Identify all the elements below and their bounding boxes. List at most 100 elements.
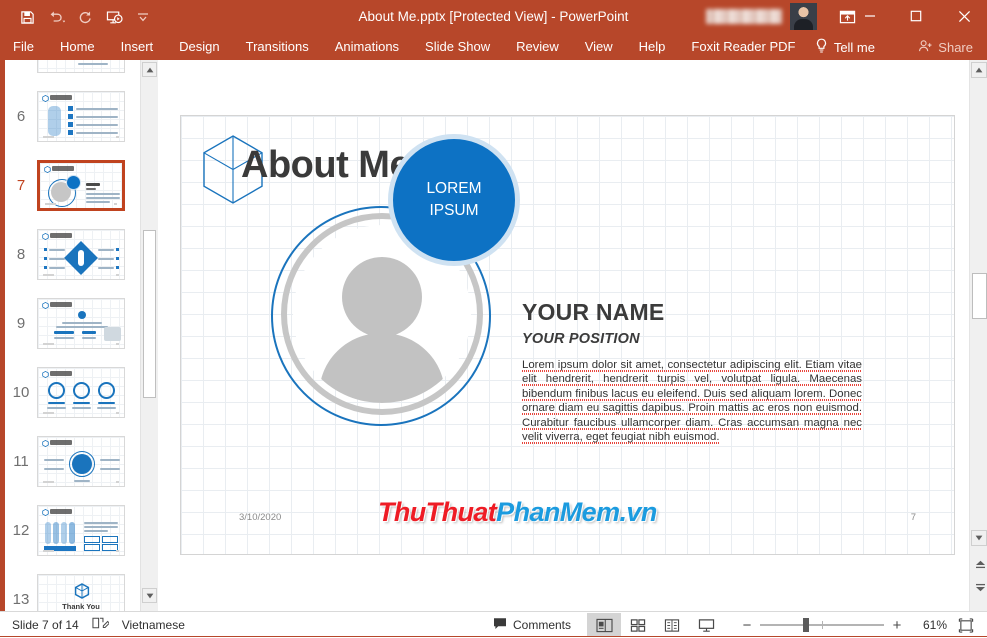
scrollbar-thumb[interactable] xyxy=(143,230,156,398)
list-item[interactable]: 9 xyxy=(5,289,140,358)
save-button[interactable] xyxy=(14,4,40,30)
tab-slide-show[interactable]: Slide Show xyxy=(412,34,503,60)
tab-foxit-reader-pdf[interactable]: Foxit Reader PDF xyxy=(678,34,808,60)
page-title[interactable]: About Me xyxy=(241,144,410,187)
redo-button[interactable] xyxy=(72,4,98,30)
list-item[interactable] xyxy=(5,60,140,82)
tab-insert[interactable]: Insert xyxy=(108,34,167,60)
list-item-selected[interactable]: 7 xyxy=(5,151,140,220)
close-button[interactable] xyxy=(941,0,987,32)
scrollbar-thumb[interactable] xyxy=(972,273,987,319)
tab-file[interactable]: File xyxy=(0,34,47,60)
list-item[interactable]: 10 xyxy=(5,358,140,427)
cube-logo-icon xyxy=(42,95,49,102)
account-name-blurred xyxy=(706,9,782,24)
slide-counter[interactable]: Slide 7 of 14 xyxy=(12,618,79,632)
slide-thumbnail-10[interactable] xyxy=(37,367,125,418)
slide-thumbnail-12[interactable] xyxy=(37,505,125,556)
previous-slide-button[interactable] xyxy=(973,557,987,571)
next-slide-button[interactable] xyxy=(973,580,987,594)
slide-sorter-button[interactable] xyxy=(621,613,655,637)
slideshow-button[interactable] xyxy=(689,613,723,637)
status-bar: Slide 7 of 14 Vietnamese Comments xyxy=(0,611,987,638)
thumbnail-thank-you-text: Thank You xyxy=(38,602,124,611)
tab-view[interactable]: View xyxy=(572,34,626,60)
slide-thumbnail-8[interactable] xyxy=(37,229,125,280)
thumbnail-number: 7 xyxy=(5,177,37,194)
slide-thumbnail-7[interactable] xyxy=(37,160,125,211)
comments-button[interactable]: Comments xyxy=(493,617,571,633)
maximize-button[interactable] xyxy=(893,0,939,32)
profile-description: Lorem ipsum dolor sit amet, consectetur … xyxy=(522,358,862,445)
scroll-down-button[interactable] xyxy=(142,588,157,603)
current-slide[interactable]: About Me LOREM IPSUM xyxy=(180,115,955,555)
thumbnail-scrollbar[interactable] xyxy=(140,60,158,611)
account-area[interactable] xyxy=(706,3,817,30)
scroll-up-button[interactable] xyxy=(971,62,987,78)
zoom-slider[interactable] xyxy=(760,618,884,632)
start-presentation-button[interactable] xyxy=(101,4,127,30)
language-indicator[interactable]: Vietnamese xyxy=(122,618,185,632)
zoom-level[interactable]: 61% xyxy=(913,618,947,632)
slide-thumbnail[interactable] xyxy=(37,60,125,73)
ribbon-tabs: File Home Insert Design Transitions Anim… xyxy=(0,34,808,60)
tab-home[interactable]: Home xyxy=(47,34,108,60)
list-item[interactable]: 8 xyxy=(5,220,140,289)
slide-date: 3/10/2020 xyxy=(239,512,281,523)
slide-thumbnail-pane[interactable]: 6 xyxy=(5,60,140,611)
tell-me-box[interactable]: Tell me xyxy=(815,34,875,60)
badge-line-2: IPSUM xyxy=(429,200,478,222)
tab-help[interactable]: Help xyxy=(626,34,679,60)
cube-logo-icon xyxy=(74,583,90,604)
workspace: 6 xyxy=(0,60,987,611)
normal-view-button[interactable] xyxy=(587,613,621,637)
thumbnail-number: 10 xyxy=(5,384,37,401)
language-proofing-icon[interactable] xyxy=(92,616,109,635)
scroll-up-button[interactable] xyxy=(142,62,157,77)
thumbnail-number: 13 xyxy=(5,591,37,608)
thumbnail-number: 6 xyxy=(5,108,37,125)
canvas-scrollbar[interactable] xyxy=(969,60,987,611)
slide-canvas[interactable]: About Me LOREM IPSUM xyxy=(158,60,969,611)
ribbon-tab-bar: File Home Insert Design Transitions Anim… xyxy=(0,34,987,60)
badge-line-1: LOREM xyxy=(426,178,481,200)
zoom-out-button[interactable]: − xyxy=(741,617,753,634)
tab-review[interactable]: Review xyxy=(503,34,572,60)
slide-thumbnail-6[interactable] xyxy=(37,91,125,142)
comments-label: Comments xyxy=(513,618,571,632)
tab-animations[interactable]: Animations xyxy=(322,34,412,60)
comment-icon xyxy=(493,617,507,633)
cube-logo-icon xyxy=(42,371,49,378)
undo-button[interactable] xyxy=(43,4,69,30)
zoom-in-button[interactable]: + xyxy=(891,617,903,634)
zoom-control[interactable]: − + xyxy=(741,617,903,634)
zoom-slider-handle[interactable] xyxy=(803,618,809,632)
cube-logo-icon xyxy=(42,302,49,309)
slide-page-number: 7 xyxy=(911,512,916,523)
account-avatar[interactable] xyxy=(790,3,817,30)
thumbnail-number: 12 xyxy=(5,522,37,539)
reading-view-button[interactable] xyxy=(655,613,689,637)
scroll-down-button[interactable] xyxy=(971,530,987,546)
profile-description-text: Lorem ipsum dolor sit amet, consectetur … xyxy=(522,359,862,444)
watermark: ThuThuatPhanMem.vn xyxy=(378,497,657,528)
slide-thumbnail-11[interactable] xyxy=(37,436,125,487)
lorem-ipsum-badge[interactable]: LOREM IPSUM xyxy=(388,134,520,266)
customize-qat-button[interactable] xyxy=(130,4,156,30)
slide-thumbnail-9[interactable] xyxy=(37,298,125,349)
list-item[interactable]: 11 xyxy=(5,427,140,496)
list-item[interactable]: 12 xyxy=(5,496,140,565)
bio-text-box[interactable]: YOUR NAME YOUR POSITION Lorem ipsum dolo… xyxy=(522,299,862,445)
share-label: Share xyxy=(938,40,973,55)
tab-transitions[interactable]: Transitions xyxy=(233,34,322,60)
fit-to-window-button[interactable] xyxy=(953,613,979,637)
minimize-button[interactable] xyxy=(847,0,893,32)
slide-thumbnail-13[interactable]: Thank You xyxy=(37,574,125,611)
cube-logo-icon xyxy=(42,509,49,516)
tab-design[interactable]: Design xyxy=(166,34,232,60)
thumbnail-number: 8 xyxy=(5,246,37,263)
thumbnail-number: 9 xyxy=(5,315,37,332)
share-button[interactable]: Share xyxy=(918,34,973,60)
list-item[interactable]: 13 Thank You xyxy=(5,565,140,611)
list-item[interactable]: 6 xyxy=(5,82,140,151)
